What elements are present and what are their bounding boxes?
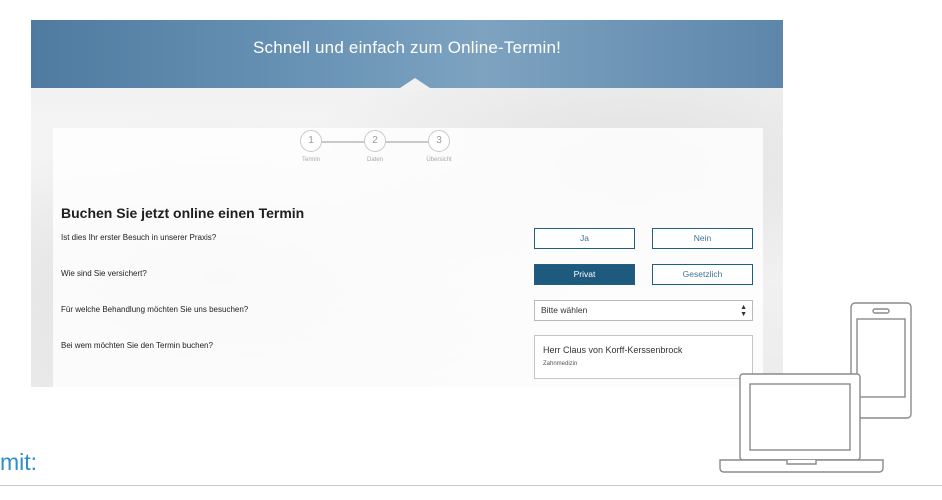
question-practitioner: Bei wem möchten Sie den Termin buchen? xyxy=(61,341,213,350)
laptop-icon xyxy=(719,373,884,473)
banner-title: Schnell und einfach zum Online-Termin! xyxy=(252,38,562,57)
step-1-label: Termin xyxy=(301,157,320,163)
devices-illustration xyxy=(719,302,912,473)
step-3-circle[interactable]: 3 xyxy=(428,130,450,152)
question-treatment: Für welche Behandlung möchten Sie uns be… xyxy=(61,305,249,314)
insurance-public-button[interactable]: Gesetzlich xyxy=(652,264,753,285)
step-1-circle[interactable]: 1 xyxy=(300,130,322,152)
step-2-circle[interactable]: 2 xyxy=(364,130,386,152)
practitioner-name: Herr Claus von Korff-Kerssenbrock xyxy=(543,345,683,355)
insurance-private-button[interactable]: Privat xyxy=(534,264,635,285)
progress-stepper: 1 2 3 Termin Daten Übersicht xyxy=(300,130,452,166)
step-connector xyxy=(322,141,364,143)
step-2-label: Daten xyxy=(366,157,383,163)
treatment-select-value: Bitte wählen xyxy=(541,305,588,315)
divider-line xyxy=(0,485,942,486)
first-visit-no-button[interactable]: Nein xyxy=(652,228,753,249)
step-3-label: Übersicht xyxy=(426,157,452,163)
question-first-visit: Ist dies Ihr erster Besuch in unserer Pr… xyxy=(61,233,217,242)
practitioner-specialty: Zahnmedizin xyxy=(543,361,578,367)
first-visit-yes-button[interactable]: Ja xyxy=(534,228,635,249)
form-heading: Buchen Sie jetzt online einen Termin xyxy=(61,205,305,221)
question-insurance: Wie sind Sie versichert? xyxy=(61,269,147,278)
banner-notch xyxy=(397,78,433,90)
step-connector xyxy=(386,141,428,143)
booking-screenshot: Schnell und einfach zum Online-Termin! xyxy=(31,20,783,387)
page: Schnell und einfach zum Online-Termin! 1… xyxy=(0,0,942,500)
mit-label: mit: xyxy=(0,449,38,475)
